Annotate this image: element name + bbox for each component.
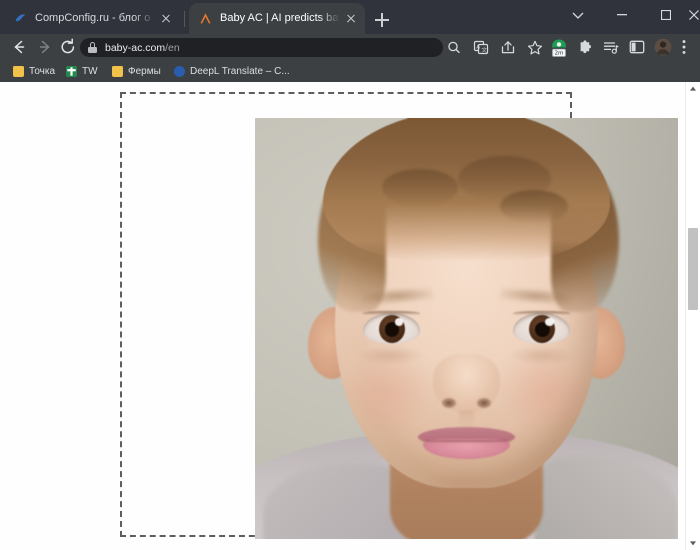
page-content bbox=[0, 82, 685, 550]
bookmark-label: Точка bbox=[29, 65, 56, 77]
baby-undereye-left bbox=[358, 347, 423, 365]
omnibox-action-icons: A 文 bbox=[443, 38, 553, 57]
extension-badge-icon[interactable]: 2m bbox=[548, 36, 570, 58]
browser-toolbar: baby-ac.com/en A 文 2m bbox=[0, 34, 700, 60]
baby-ac-caret-icon bbox=[198, 11, 213, 26]
eye-lash bbox=[513, 310, 571, 316]
baby-hair-wisp bbox=[381, 168, 459, 207]
bookmark-label: DeepL Translate – C... bbox=[190, 65, 290, 77]
lip-line bbox=[420, 440, 513, 443]
browser-window: CompConfig.ru - блог о настройк Baby AC … bbox=[0, 0, 700, 550]
bookmarks-bar: Точка TW Фермы DeepL Translate – C... bbox=[0, 60, 700, 82]
forward-button[interactable] bbox=[35, 37, 55, 57]
page-viewport bbox=[0, 82, 700, 550]
bookmark-label: Фермы bbox=[128, 65, 161, 77]
chrome-menu-icon[interactable] bbox=[676, 36, 692, 58]
lower-lip bbox=[422, 439, 511, 459]
url-host: baby-ac.com bbox=[105, 41, 166, 54]
folder-icon bbox=[112, 65, 123, 77]
baby-undereye-right bbox=[510, 347, 575, 365]
tab-strip: CompConfig.ru - блог о настройк Baby AC … bbox=[0, 0, 700, 34]
tab-title-baby-ac: Baby AC | AI predicts baby's fac bbox=[220, 12, 340, 24]
extension-badge-text: 2m bbox=[554, 51, 563, 57]
baby-nostril-right bbox=[476, 398, 491, 409]
tab-close-baby-ac[interactable] bbox=[343, 11, 359, 27]
svg-text:文: 文 bbox=[481, 46, 487, 54]
scroll-thumb[interactable] bbox=[688, 228, 698, 310]
bookmark-deepl[interactable]: DeepL Translate – C... bbox=[170, 62, 294, 80]
page-scrollbar[interactable] bbox=[685, 82, 700, 550]
tab-close-compconfig[interactable] bbox=[158, 11, 174, 27]
generated-baby-photo[interactable] bbox=[255, 118, 678, 539]
new-tab-button[interactable] bbox=[370, 8, 394, 32]
tw-icon bbox=[66, 65, 77, 77]
profile-avatar[interactable] bbox=[652, 36, 674, 58]
svg-text:A: A bbox=[476, 45, 480, 51]
side-panel-icon[interactable] bbox=[626, 36, 648, 58]
browser-tab-compconfig[interactable]: CompConfig.ru - блог о настройк bbox=[4, 3, 180, 34]
baby-hair-wisp bbox=[500, 189, 568, 224]
url-path: /en bbox=[165, 41, 180, 54]
baby-chin-shadow bbox=[424, 471, 509, 497]
baby-eye-right bbox=[513, 310, 571, 345]
bookmark-tw[interactable]: TW bbox=[62, 62, 102, 80]
scroll-up-arrow[interactable] bbox=[686, 82, 700, 96]
folder-icon bbox=[13, 65, 24, 77]
back-button[interactable] bbox=[9, 37, 29, 57]
bookmark-label: TW bbox=[82, 65, 98, 77]
baby-eye-left bbox=[362, 310, 420, 345]
generated-baby-photo-frame bbox=[120, 92, 678, 539]
eye-glint bbox=[545, 318, 554, 326]
maximize-button[interactable] bbox=[644, 0, 688, 30]
bookmark-tochka[interactable]: Точка bbox=[9, 62, 59, 80]
share-icon[interactable] bbox=[497, 38, 519, 57]
minimize-button[interactable] bbox=[600, 0, 644, 30]
eye-lash bbox=[362, 310, 420, 316]
search-icon[interactable] bbox=[443, 38, 465, 57]
scroll-down-arrow[interactable] bbox=[686, 536, 700, 550]
reload-button[interactable] bbox=[58, 37, 78, 57]
lock-icon bbox=[88, 42, 97, 53]
close-window-button[interactable] bbox=[688, 0, 700, 30]
address-bar-url: baby-ac.com/en bbox=[105, 42, 180, 54]
browser-tab-baby-ac[interactable]: Baby AC | AI predicts baby's fac bbox=[189, 3, 365, 34]
translate-icon[interactable]: A 文 bbox=[470, 38, 492, 57]
bookmark-fermy[interactable]: Фермы bbox=[108, 62, 165, 80]
reading-list-icon[interactable] bbox=[600, 36, 622, 58]
baby-mouth bbox=[417, 427, 516, 459]
puzzle-icon[interactable] bbox=[574, 36, 596, 58]
bookmark-star-icon[interactable] bbox=[524, 38, 546, 57]
address-bar[interactable]: baby-ac.com/en bbox=[80, 38, 443, 57]
tab-search-button[interactable] bbox=[556, 0, 600, 30]
tab-title-compconfig: CompConfig.ru - блог о настройк bbox=[35, 12, 155, 24]
tab-separator bbox=[184, 11, 185, 27]
deepl-icon bbox=[174, 65, 185, 77]
compconfig-swoosh-icon bbox=[13, 11, 28, 26]
